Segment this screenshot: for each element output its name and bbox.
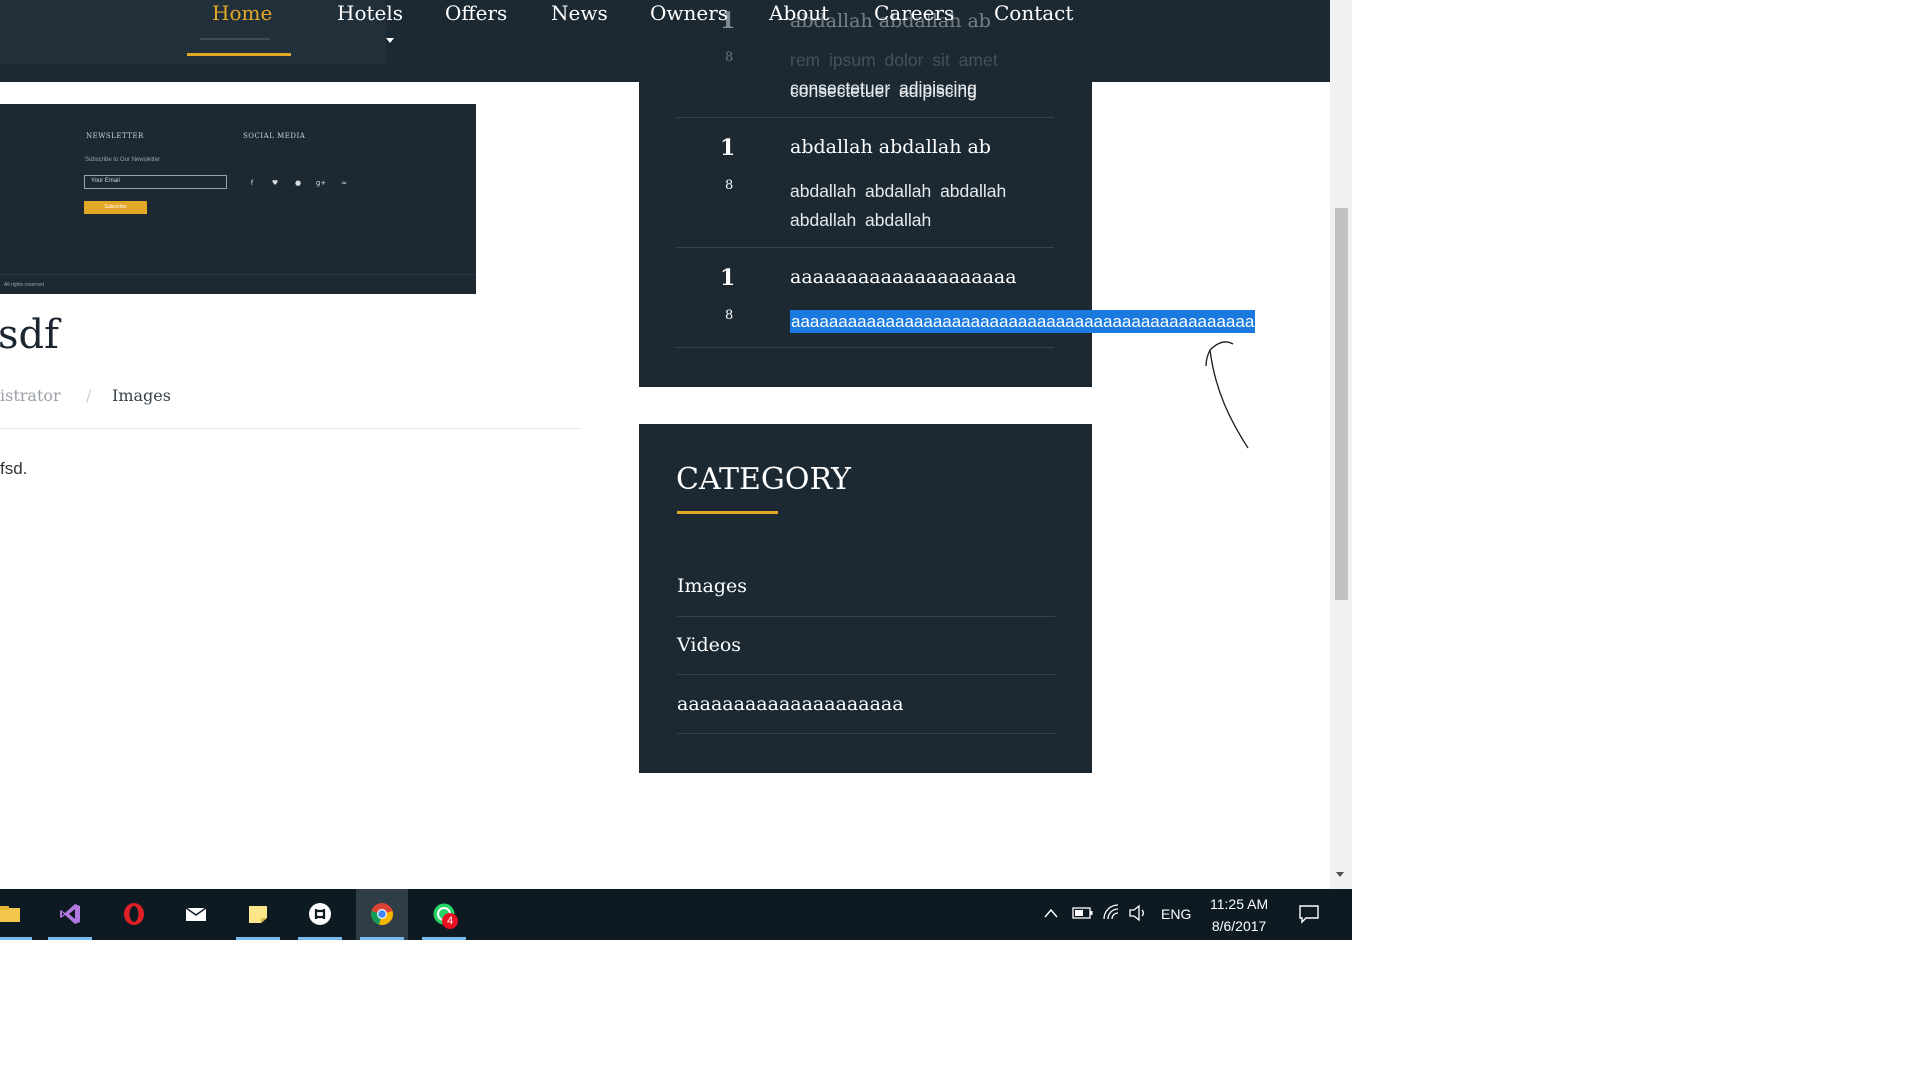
post-month: 8 bbox=[725, 178, 734, 193]
newsletter-heading: NEWSLETTER bbox=[86, 132, 144, 140]
nav-active-underline bbox=[187, 53, 291, 56]
category-item-aaa[interactable]: aaaaaaaaaaaaaaaaaaaa bbox=[677, 693, 904, 715]
action-center-icon[interactable] bbox=[1298, 903, 1320, 925]
post-author-link[interactable]: istrator bbox=[0, 386, 61, 405]
sticky-notes-icon bbox=[249, 906, 267, 923]
nav-hotels[interactable]: Hotels bbox=[337, 0, 403, 26]
divider bbox=[676, 347, 1054, 348]
facebook-icon: f bbox=[250, 179, 254, 187]
chevron-up-icon[interactable] bbox=[1044, 907, 1058, 919]
post-title-link[interactable]: abdallah abdallah ab bbox=[790, 136, 991, 158]
nav-about[interactable]: About bbox=[769, 0, 829, 26]
thumbnail-line bbox=[200, 38, 270, 40]
rss-icon: ≈ bbox=[341, 179, 347, 187]
chevron-down-icon[interactable] bbox=[386, 38, 394, 43]
subscribe-text: Subscribe to Our Newsletter bbox=[85, 157, 161, 163]
divider bbox=[677, 733, 1055, 734]
language-indicator[interactable]: ENG bbox=[1161, 906, 1191, 940]
category-heading: CATEGORY bbox=[676, 462, 851, 497]
nav-contact[interactable]: Contact bbox=[994, 0, 1073, 26]
excerpt-faded-top: rem ipsum dolor sit amet bbox=[790, 50, 998, 70]
taskbar-sticky-notes[interactable] bbox=[232, 889, 284, 940]
slack-icon bbox=[309, 903, 331, 925]
nav-home[interactable]: Home bbox=[212, 0, 272, 26]
category-item-videos[interactable]: Videos bbox=[677, 634, 741, 656]
skype-icon: ● bbox=[294, 179, 302, 187]
taskbar-file-explorer[interactable] bbox=[0, 889, 36, 940]
chrome-icon bbox=[371, 903, 393, 925]
post-title: sdf bbox=[0, 312, 59, 358]
nav-news[interactable]: News bbox=[551, 0, 608, 26]
post-divider bbox=[0, 428, 582, 429]
running-indicator bbox=[422, 937, 466, 940]
subscribe-button: Subscribe bbox=[84, 201, 147, 214]
taskbar-opera[interactable] bbox=[108, 889, 160, 940]
google-plus-icon: g+ bbox=[315, 179, 327, 187]
running-indicator bbox=[0, 937, 32, 940]
windows-taskbar: 4 ENG 11:25 AM 8/6/2017 bbox=[0, 889, 1352, 940]
running-indicator bbox=[236, 937, 280, 940]
browser-page: 1 8 abdallah abdallah ab rem ipsum dolor… bbox=[0, 0, 1330, 889]
thumbnail-footer-rule bbox=[0, 274, 476, 275]
wifi-icon[interactable] bbox=[1102, 903, 1120, 921]
divider bbox=[677, 616, 1055, 617]
divider bbox=[676, 247, 1054, 248]
mail-icon bbox=[185, 907, 207, 921]
divider bbox=[677, 674, 1055, 675]
post-category-link[interactable]: Images bbox=[112, 386, 171, 405]
newsletter-thumbnail-image: NEWSLETTER Subscribe to Our Newsletter Y… bbox=[0, 104, 476, 294]
post-day: 1 bbox=[720, 135, 736, 161]
taskbar-slack[interactable] bbox=[294, 889, 346, 940]
social-heading: SOCIAL MEDIA bbox=[243, 132, 306, 140]
excerpt-visible-top: consectetuer adipiscing bbox=[790, 78, 977, 98]
screenshot: 1 8 abdallah abdallah ab rem ipsum dolor… bbox=[0, 0, 1352, 940]
taskbar-visual-studio[interactable] bbox=[44, 889, 96, 940]
twitter-icon: ♥ bbox=[271, 179, 279, 187]
visual-studio-icon bbox=[60, 904, 80, 924]
post-month: 8 bbox=[725, 308, 734, 323]
footer-text: All rights reserved bbox=[4, 282, 45, 288]
file-explorer-icon bbox=[0, 906, 20, 922]
nav-offers[interactable]: Offers bbox=[445, 0, 507, 26]
category-heading-underline bbox=[677, 511, 778, 514]
opera-icon bbox=[124, 903, 144, 925]
volume-icon[interactable] bbox=[1128, 904, 1148, 922]
taskbar-chrome[interactable] bbox=[356, 889, 408, 940]
post-month-faded: 8 bbox=[725, 50, 734, 65]
post-title-link[interactable]: aaaaaaaaaaaaaaaaaaaa bbox=[790, 266, 1017, 288]
post-body: fsd. bbox=[0, 459, 28, 478]
email-field: Your Email bbox=[84, 175, 227, 189]
clock-date: 8/6/2017 bbox=[1211, 918, 1267, 934]
post-excerpt: abdallah abdallah abdallah abdallah abda… bbox=[790, 181, 1007, 230]
vertical-scrollbar[interactable] bbox=[1330, 0, 1352, 889]
clock[interactable]: 11:25 AM 8/6/2017 bbox=[1210, 893, 1268, 940]
running-indicator bbox=[360, 937, 404, 940]
running-indicator bbox=[48, 937, 92, 940]
taskbar-mail[interactable] bbox=[170, 889, 222, 940]
nav-owners[interactable]: Owners bbox=[650, 0, 728, 26]
meta-separator: / bbox=[86, 386, 92, 405]
running-indicator bbox=[298, 937, 342, 940]
scrollbar-thumb[interactable] bbox=[1335, 208, 1348, 600]
clock-time: 11:25 AM bbox=[1210, 896, 1269, 912]
nav-careers[interactable]: Careers bbox=[874, 0, 954, 26]
battery-icon[interactable] bbox=[1072, 906, 1094, 920]
divider bbox=[676, 117, 1054, 118]
scroll-down-arrow-icon[interactable] bbox=[1336, 872, 1344, 877]
whatsapp-badge: 4 bbox=[442, 913, 458, 929]
category-item-images[interactable]: Images bbox=[677, 575, 747, 597]
post-day: 1 bbox=[720, 265, 736, 291]
annotation-arrow bbox=[1205, 341, 1249, 449]
